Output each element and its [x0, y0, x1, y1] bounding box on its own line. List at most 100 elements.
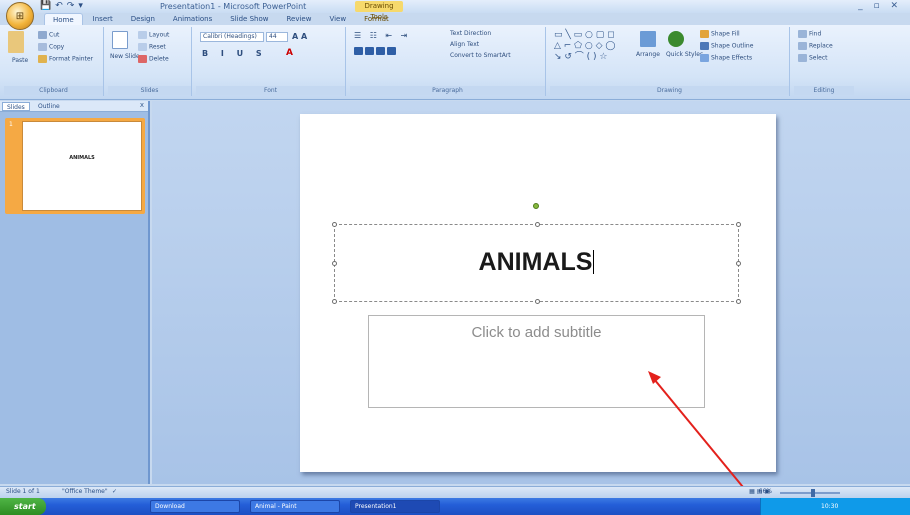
resize-handle[interactable]: [535, 222, 540, 227]
zoom-slider-knob[interactable]: [811, 489, 815, 497]
resize-handle[interactable]: [332, 299, 337, 304]
status-bar: Slide 1 of 1 "Office Theme" ✓ ▦ ▤ ▣ 66%: [0, 486, 910, 498]
align-icons[interactable]: [354, 47, 398, 55]
copy-label: Copy: [49, 43, 65, 51]
resize-handle[interactable]: [736, 299, 741, 304]
paste-button[interactable]: [8, 31, 26, 53]
shape-fill-button[interactable]: Shape Fill: [700, 30, 740, 38]
bullets-icon[interactable]: ☰ ☷ ⇤ ⇥: [354, 31, 410, 40]
save-icon[interactable]: 💾: [40, 1, 51, 11]
tab-view[interactable]: View: [321, 13, 354, 25]
taskbar-item-powerpoint[interactable]: Presentation1: [350, 500, 440, 513]
reset-button[interactable]: Reset: [138, 43, 166, 51]
font-style-buttons[interactable]: B I U S: [202, 49, 267, 58]
tab-slide-show[interactable]: Slide Show: [222, 13, 276, 25]
find-button[interactable]: Find: [798, 30, 821, 38]
cut-button[interactable]: Cut: [38, 31, 59, 39]
taskbar: start Download Animal - Paint Presentati…: [0, 498, 910, 515]
slide-editing-area: ANIMALS Click to add subtitle: [152, 101, 910, 484]
taskbar-item-paint[interactable]: Animal - Paint: [250, 500, 340, 513]
arrange-icon: [640, 31, 656, 47]
customize-qat-icon[interactable]: ▾: [78, 1, 83, 11]
resize-handle[interactable]: [736, 222, 741, 227]
shape-effects-button[interactable]: Shape Effects: [700, 54, 752, 62]
effects-icon: [700, 54, 709, 62]
new-slide-button[interactable]: [112, 31, 130, 49]
arrange-button[interactable]: [640, 31, 658, 47]
font-name-select[interactable]: Calibri (Headings): [200, 32, 264, 42]
align-left-icon: [354, 47, 363, 55]
brush-icon: [38, 55, 47, 63]
close-icon[interactable]: x: [140, 101, 144, 109]
slide-canvas[interactable]: ANIMALS Click to add subtitle: [300, 114, 776, 472]
tab-home[interactable]: Home: [44, 13, 83, 25]
tab-format[interactable]: Format: [356, 13, 397, 25]
tab-slides[interactable]: Slides: [2, 102, 30, 111]
window-controls[interactable]: _ ▫ ✕: [858, 1, 902, 11]
drawing-tools-context-label: Drawing Tools: [355, 1, 403, 21]
font-group-label: Font: [196, 86, 345, 95]
select-button[interactable]: Select: [798, 54, 828, 62]
undo-icon[interactable]: ↶: [55, 1, 63, 11]
layout-button[interactable]: Layout: [138, 31, 169, 39]
tab-insert[interactable]: Insert: [85, 13, 121, 25]
tab-outline[interactable]: Outline: [34, 102, 64, 111]
theme-name: "Office Theme": [62, 488, 108, 495]
rotation-handle[interactable]: [533, 203, 539, 209]
delete-button[interactable]: Delete: [138, 55, 169, 63]
new-slide-icon: [112, 31, 128, 49]
grow-font-icon[interactable]: A A: [292, 32, 307, 41]
slides-group-label: Slides: [108, 86, 191, 95]
align-text-button[interactable]: Align Text: [450, 41, 479, 48]
slides-pane: Slides Outline x 1 ANIMALS: [0, 101, 150, 484]
quick-access-toolbar: 💾 ↶ ↷ ▾: [40, 1, 83, 11]
quick-styles-button[interactable]: [668, 31, 686, 47]
slide-count: Slide 1 of 1: [6, 488, 40, 495]
copy-icon: [38, 43, 47, 51]
font-color-icon[interactable]: A: [286, 48, 293, 58]
shape-fill-label: Shape Fill: [711, 30, 740, 38]
ribbon: Paste Cut Copy Format Painter Clipboard …: [0, 25, 910, 100]
find-label: Find: [809, 30, 822, 38]
shape-outline-label: Shape Outline: [711, 42, 754, 50]
layout-icon: [138, 31, 147, 39]
title-placeholder[interactable]: ANIMALS: [332, 203, 741, 304]
spellcheck-icon[interactable]: ✓: [112, 488, 117, 495]
zoom-level[interactable]: 66%: [759, 488, 772, 495]
reset-icon: [138, 43, 147, 51]
shapes-gallery[interactable]: ▭ ╲ ▭ ○ ▢ ◻ △ ⌐ ⬠ ○ ◇ ◯ ↘ ↺ ⌒ ( ) ☆: [554, 30, 615, 63]
resize-handle[interactable]: [332, 222, 337, 227]
tab-review[interactable]: Review: [278, 13, 319, 25]
zoom-slider[interactable]: [780, 492, 840, 494]
format-painter-button[interactable]: Format Painter: [38, 55, 93, 63]
replace-label: Replace: [809, 42, 833, 50]
font-size-select[interactable]: 44: [266, 32, 288, 42]
ribbon-tabs: Home Insert Design Animations Slide Show…: [44, 13, 397, 25]
pen-icon: [700, 42, 709, 50]
title-bar: ⊞ 💾 ↶ ↷ ▾ Presentation1 - Microsoft Powe…: [0, 0, 910, 30]
delete-label: Delete: [149, 55, 169, 63]
justify-icon: [387, 47, 396, 55]
subtitle-placeholder[interactable]: Click to add subtitle: [368, 315, 705, 408]
clipboard-group: Paste Cut Copy Format Painter Clipboard: [4, 27, 104, 96]
text-caret: [593, 250, 595, 274]
clock: 10:30: [821, 503, 839, 510]
start-button[interactable]: start: [0, 498, 46, 515]
text-direction-button[interactable]: Text Direction: [450, 30, 491, 37]
taskbar-item-download[interactable]: Download: [150, 500, 240, 513]
align-right-icon: [376, 47, 385, 55]
font-group: Calibri (Headings) 44 A A B I U S A Font: [196, 27, 346, 96]
shape-outline-button[interactable]: Shape Outline: [700, 42, 753, 50]
arrange-label: Arrange: [636, 51, 660, 58]
slide-thumbnail[interactable]: ANIMALS: [22, 121, 142, 211]
tab-design[interactable]: Design: [123, 13, 163, 25]
convert-smartart-button[interactable]: Convert to SmartArt: [450, 52, 511, 59]
copy-button[interactable]: Copy: [38, 43, 64, 51]
resize-handle[interactable]: [535, 299, 540, 304]
replace-button[interactable]: Replace: [798, 42, 833, 50]
slide-title[interactable]: ANIMALS: [335, 248, 738, 277]
paint-bucket-icon: [700, 30, 709, 38]
tab-animations[interactable]: Animations: [165, 13, 220, 25]
redo-icon[interactable]: ↷: [67, 1, 75, 11]
office-button[interactable]: ⊞: [6, 2, 34, 30]
